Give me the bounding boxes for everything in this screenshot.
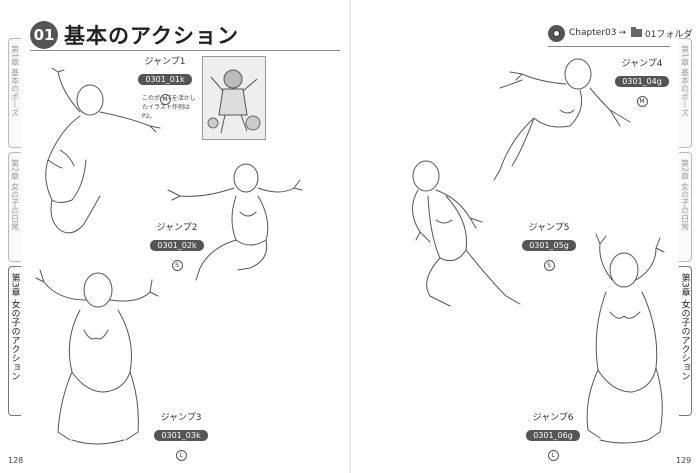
size-badge: L [175, 450, 187, 461]
pose-label-5: ジャンプ5 0301_05g S [509, 220, 589, 271]
size-badge: S [543, 260, 555, 271]
pose-figure-6 [586, 233, 665, 444]
page-number-left: 128 [8, 456, 24, 465]
pose-name: ジャンプ2 [156, 223, 198, 233]
size-badge: M [159, 94, 171, 105]
pose-figure-3 [35, 269, 159, 445]
pose-code-badge[interactable]: 0301_02k [150, 240, 204, 251]
pose-code-badge[interactable]: 0301_01k [138, 74, 192, 85]
pose-name: ジャンプ6 [532, 413, 574, 423]
pose-name: ジャンプ5 [528, 223, 570, 233]
pose-code-badge[interactable]: 0301_06g [526, 430, 580, 441]
example-illustration-thumbnail [202, 56, 266, 140]
pose-label-4: ジャンプ4 0301_04g M [602, 56, 682, 107]
size-badge: S [171, 260, 183, 271]
pose-label-6: ジャンプ6 0301_06g L [513, 410, 593, 461]
pose-code-badge[interactable]: 0301_05g [522, 240, 576, 251]
pose-label-1: ジャンプ1 0301_01k M [125, 54, 205, 105]
pose-label-3: ジャンプ3 0301_03k L [141, 410, 221, 461]
pose-name: ジャンプ3 [160, 413, 202, 423]
size-badge: L [547, 450, 559, 461]
pose-name: ジャンプ1 [144, 57, 186, 67]
pose-figure-5 [412, 160, 521, 307]
page-number-right: 129 [676, 456, 692, 465]
pose-figures [35, 58, 665, 445]
pose-code-badge[interactable]: 0301_04g [615, 76, 669, 87]
size-badge: M [636, 96, 648, 107]
pose-name: ジャンプ4 [621, 59, 663, 69]
book-spread: 01 基本のアクション Chapter03 → 01フォルダ 第1章 基本のポー… [0, 0, 700, 473]
pose-label-2: ジャンプ2 0301_02k S [137, 220, 217, 271]
pose-code-badge[interactable]: 0301_03k [154, 430, 208, 441]
